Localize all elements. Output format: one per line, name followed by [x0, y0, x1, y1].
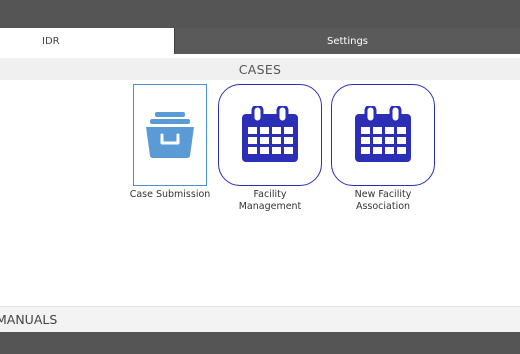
- facility-management-button[interactable]: [218, 84, 322, 186]
- file-drawer-icon: [146, 112, 194, 158]
- top-bar: [0, 0, 520, 28]
- calendar-icon: [355, 106, 411, 162]
- case-submission-label: Case Submission: [129, 189, 211, 200]
- manuals-section-title: MANUALS: [0, 312, 58, 327]
- calendar-icon: [242, 106, 298, 162]
- manuals-section-header[interactable]: MANUALS: [0, 306, 520, 332]
- tab-bar: IDR Settings: [0, 28, 520, 54]
- case-submission-tile[interactable]: Case Submission: [118, 84, 222, 201]
- app-page: IDR Settings CASES Case Submission Facil…: [0, 0, 520, 354]
- cases-section-title: CASES: [238, 61, 282, 77]
- tab-settings[interactable]: Settings: [174, 28, 520, 54]
- case-submission-button[interactable]: [133, 84, 207, 186]
- facility-management-label: Facility Management: [238, 189, 302, 212]
- new-facility-association-button[interactable]: [331, 84, 435, 186]
- tab-idr[interactable]: IDR: [0, 28, 174, 54]
- new-facility-association-tile[interactable]: New Facility Association: [331, 84, 435, 213]
- cases-section-header: CASES: [0, 58, 520, 80]
- facility-management-tile[interactable]: Facility Management: [218, 84, 322, 213]
- bottom-bar: [0, 332, 520, 354]
- new-facility-association-label: New Facility Association: [354, 189, 412, 212]
